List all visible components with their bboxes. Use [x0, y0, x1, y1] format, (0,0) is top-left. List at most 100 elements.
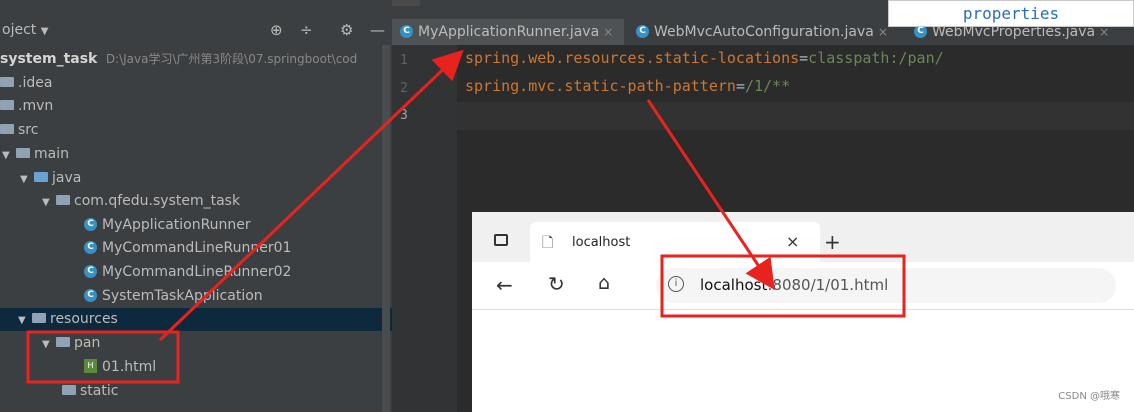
project-title: oject	[2, 22, 37, 38]
property-key: spring.web.resources.static-locations	[465, 49, 800, 67]
url-path: :8080/1/01.html	[767, 276, 889, 294]
line-number-gutter: 1 2 3	[392, 45, 457, 412]
tree-item-resources[interactable]: ▼ resources	[0, 308, 392, 331]
tree-item-label: SystemTaskApplication	[102, 288, 263, 304]
chevron-down-icon: ▼	[40, 26, 49, 37]
package-icon	[56, 195, 70, 205]
line-number: 1	[400, 53, 408, 68]
info-icon[interactable]: i	[668, 276, 684, 292]
tree-item-label: MyCommandLineRunner01	[102, 240, 292, 256]
project-view-selector[interactable]: oject ▼	[2, 22, 48, 38]
project-toolbar: oject ▼ ⊕ ÷ ⚙ —	[0, 19, 392, 45]
browser-tab-title: localhost	[572, 235, 631, 250]
tab-label: MyApplicationRunner.java	[418, 24, 600, 40]
tree-item-label: resources	[50, 311, 118, 327]
tree-item-static[interactable]: static	[62, 380, 118, 403]
close-icon[interactable]: ×	[603, 25, 613, 39]
tab-webmvc-autoconfiguration[interactable]: C WebMvcAutoConfiguration.java ×	[630, 19, 902, 45]
expand-arrow-icon[interactable]: ▼	[42, 333, 56, 356]
current-line-highlight	[457, 102, 1134, 130]
html-file-icon: H	[84, 359, 97, 373]
expand-arrow-icon[interactable]: ▼	[20, 168, 34, 191]
hide-icon[interactable]: —	[370, 21, 385, 39]
project-scrollbar[interactable]	[382, 45, 390, 412]
browser-window: 🗋 localhost × + ← ↻ ⌂ i localhost:8080/1…	[472, 212, 1134, 412]
folder-icon	[16, 148, 30, 158]
tree-item-class[interactable]: C SystemTaskApplication	[84, 285, 263, 308]
locate-icon[interactable]: ⊕	[270, 21, 283, 39]
tree-item-html[interactable]: H 01.html	[84, 356, 156, 379]
address-bar[interactable]: i localhost:8080/1/01.html	[656, 268, 1116, 303]
tree-item-label: .idea	[18, 75, 53, 91]
property-key: spring.mvc.static-path-pattern	[465, 77, 736, 95]
tree-item-label: src	[18, 122, 39, 138]
gear-icon[interactable]: ⚙	[340, 21, 353, 39]
class-icon: C	[84, 217, 97, 231]
url-text: localhost:8080/1/01.html	[700, 276, 888, 294]
expand-arrow-icon[interactable]: ▼	[42, 191, 56, 214]
expand-arrow-icon[interactable]: ▼	[2, 144, 16, 167]
tree-item-main[interactable]: ▼ main	[2, 143, 69, 166]
tree-root[interactable]: system_task D:\Java学习\广州第3阶段\07.springbo…	[0, 48, 357, 71]
tree-item-label: java	[52, 170, 82, 186]
tree-item-label: MyApplicationRunner	[102, 217, 251, 233]
tree-item-label: static	[80, 383, 119, 399]
tree-item-class[interactable]: C MyApplicationRunner	[84, 214, 251, 237]
resources-folder-icon	[32, 313, 46, 323]
equals-sign: =	[735, 77, 745, 95]
source-folder-icon	[34, 172, 48, 182]
close-icon[interactable]: ×	[878, 25, 888, 39]
class-icon: C	[636, 24, 649, 38]
line-number: 2	[400, 81, 408, 96]
tab-my-application-runner[interactable]: C MyApplicationRunner.java ×	[392, 19, 624, 45]
tree-item-package[interactable]: ▼ com.qfedu.system_task	[42, 190, 240, 213]
tree-item-class[interactable]: C MyCommandLineRunner01	[84, 237, 291, 260]
tree-item-pan[interactable]: ▼ pan	[42, 332, 100, 355]
tree-item-java[interactable]: ▼ java	[20, 167, 81, 190]
refresh-icon[interactable]: ↻	[548, 272, 565, 296]
tab-label: WebMvcAutoConfiguration.java	[654, 24, 874, 40]
folder-icon	[62, 385, 76, 395]
spring-class-icon: C	[84, 288, 97, 302]
folder-icon	[0, 77, 14, 87]
class-icon: C	[84, 264, 97, 278]
root-name: system_task	[0, 51, 98, 67]
property-value: classpath:/pan/	[808, 49, 944, 67]
class-icon: C	[84, 240, 97, 254]
tree-item-label: com.qfedu.system_task	[74, 193, 241, 209]
tree-item-label: MyCommandLineRunner02	[102, 264, 292, 280]
close-icon[interactable]: ×	[1099, 25, 1109, 39]
property-value: /1/**	[744, 77, 791, 95]
tree-item-mvn[interactable]: .mvn	[0, 95, 53, 118]
tree-item-src[interactable]: src	[0, 119, 38, 142]
tree-item-label: main	[34, 146, 69, 162]
collapse-icon[interactable]: ÷	[300, 21, 313, 39]
page-icon: 🗋	[542, 235, 554, 251]
folder-icon	[0, 100, 14, 110]
properties-banner: properties	[888, 0, 1134, 27]
browser-tab-bar: 🗋 localhost × +	[472, 212, 1134, 262]
root-path: D:\Java学习\广州第3阶段\07.springboot\cod	[105, 52, 358, 66]
browser-tab[interactable]: 🗋 localhost ×	[530, 222, 820, 262]
equals-sign: =	[799, 49, 809, 67]
new-tab-icon[interactable]: +	[824, 232, 841, 252]
tree-item-label: 01.html	[102, 359, 157, 375]
browser-toolbar: ← ↻ ⌂ i localhost:8080/1/01.html	[472, 262, 1134, 310]
tab-actions-icon[interactable]	[494, 234, 508, 246]
code-line-2: spring.mvc.static-path-pattern=/1/**	[465, 77, 790, 95]
url-host: localhost	[700, 276, 768, 294]
tree-item-idea[interactable]: .idea	[0, 72, 52, 95]
watermark: CSDN @哦寒	[1058, 391, 1120, 402]
tree-item-label: .mvn	[18, 98, 54, 114]
expand-arrow-icon[interactable]: ▼	[18, 309, 32, 332]
code-line-1: spring.web.resources.static-locations=cl…	[465, 49, 944, 67]
tree-item-label: pan	[74, 335, 101, 351]
close-icon[interactable]: ×	[786, 232, 799, 251]
back-icon[interactable]: ←	[496, 273, 513, 297]
folder-icon	[0, 124, 14, 134]
line-number: 3	[400, 108, 408, 123]
project-panel: oject ▼ ⊕ ÷ ⚙ — system_task D:\Java学习\广州…	[0, 0, 392, 412]
class-icon: C	[400, 24, 413, 38]
home-icon[interactable]: ⌂	[598, 272, 610, 294]
tree-item-class[interactable]: C MyCommandLineRunner02	[84, 261, 291, 284]
